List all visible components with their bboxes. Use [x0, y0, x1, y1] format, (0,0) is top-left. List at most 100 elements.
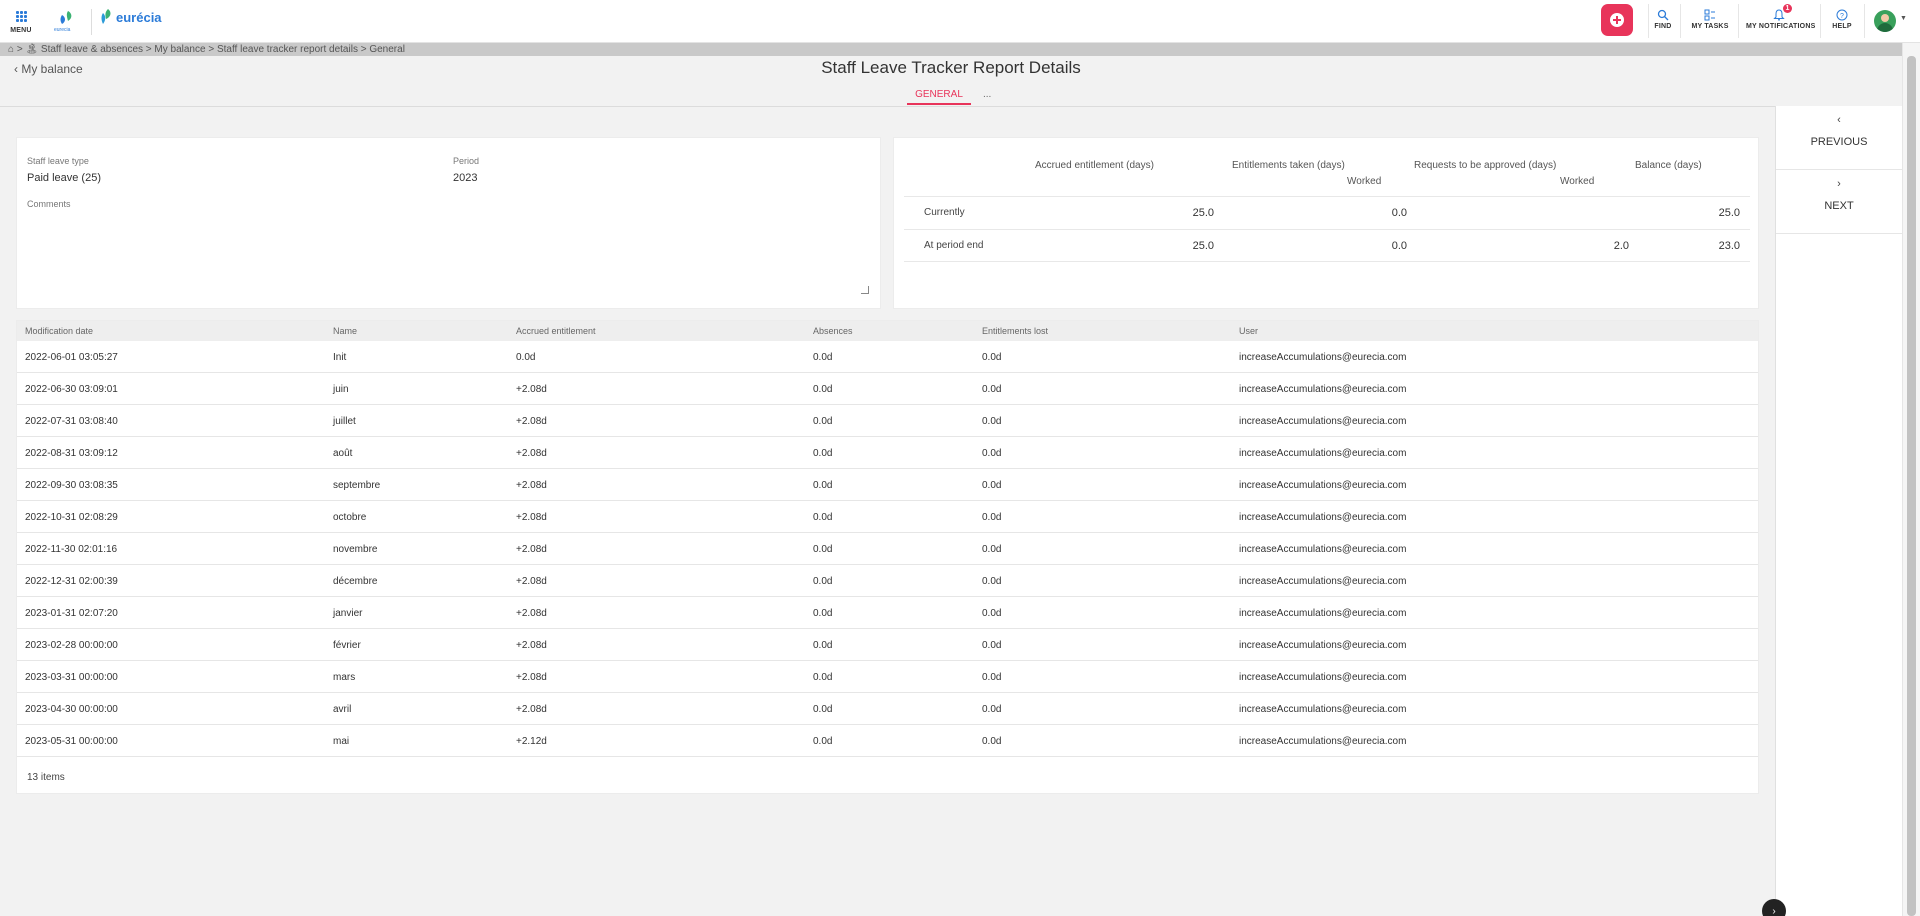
balance-header: Balance (days): [1635, 160, 1702, 171]
column-header[interactable]: Entitlements lost: [982, 326, 1048, 336]
quick-add-button[interactable]: [1601, 4, 1633, 36]
accrued-cell: +2.08d: [516, 480, 547, 491]
table-row[interactable]: 2022-09-30 03:08:35 septembre +2.08d 0.0d 0.…: [17, 469, 1758, 501]
column-header[interactable]: Absences: [813, 326, 853, 336]
accrued-value: 25.0: [1192, 207, 1214, 219]
taken-value: 0.0: [1391, 240, 1407, 252]
user-cell: increaseAccumulations@eurecia.com: [1239, 352, 1407, 363]
search-icon: [1650, 7, 1676, 23]
table-row[interactable]: 2022-11-30 02:01:16 novembre +2.08d 0.0d 0.0…: [17, 533, 1758, 565]
table-row[interactable]: 2023-05-31 00:00:00 mai +2.12d 0.0d 0.0d incr…: [17, 725, 1758, 757]
item-count: 13 items: [27, 772, 65, 783]
divider: [1738, 4, 1739, 38]
user-cell: increaseAccumulations@eurecia.com: [1239, 640, 1407, 651]
leave-details-card: Staff leave type Paid leave (25) Period …: [16, 137, 881, 309]
taken-subheader: Worked: [1347, 176, 1382, 187]
table-row[interactable]: 2022-08-31 03:09:12 août +2.08d 0.0d 0.0d inc…: [17, 437, 1758, 469]
absences-cell: 0.0d: [813, 512, 833, 523]
balance-row-currently: Currently 25.0 0.0 25.0: [904, 196, 1750, 229]
modification-date-cell: 2022-11-30 02:01:16: [25, 544, 118, 555]
find-button[interactable]: FIND: [1650, 7, 1676, 30]
scrollbar-thumb[interactable]: [1907, 56, 1916, 916]
my-notifications-button[interactable]: 1 MY NOTIFICATIONS: [1746, 4, 1816, 30]
resize-handle-icon[interactable]: [861, 286, 869, 294]
tab-general[interactable]: GENERAL: [907, 89, 971, 105]
taken-value: 0.0: [1391, 207, 1407, 219]
table-row[interactable]: 2022-06-30 03:09:01 juin +2.08d 0.0d 0.0d inc…: [17, 373, 1758, 405]
lost-cell: 0.0d: [982, 608, 1002, 619]
eurecia-logo[interactable]: eurécia: [99, 7, 162, 27]
comments-field[interactable]: [27, 214, 871, 296]
table-row[interactable]: 2022-06-01 03:05:27 Init 0.0d 0.0d 0.0d incre…: [17, 341, 1758, 373]
absences-cell: 0.0d: [813, 384, 833, 395]
menu-button[interactable]: MENU: [8, 8, 34, 34]
modification-date-cell: 2022-10-31 02:08:29: [25, 512, 118, 523]
my-notifications-label: MY NOTIFICATIONS: [1746, 23, 1816, 30]
table-row[interactable]: 2022-07-31 03:08:40 juillet +2.08d 0.0d 0.0d…: [17, 405, 1758, 437]
leaf-icon: [101, 9, 111, 24]
chevron-right-icon: ›: [1837, 178, 1841, 190]
user-cell: increaseAccumulations@eurecia.com: [1239, 672, 1407, 683]
user-cell: increaseAccumulations@eurecia.com: [1239, 384, 1407, 395]
help-label: HELP: [1832, 23, 1852, 30]
name-cell: avril: [333, 704, 352, 715]
table-row[interactable]: 2023-01-31 02:07:20 janvier +2.08d 0.0d 0.0d…: [17, 597, 1758, 629]
absences-cell: 0.0d: [813, 480, 833, 491]
accrued-value: 25.0: [1192, 240, 1214, 252]
next-button[interactable]: › NEXT: [1776, 170, 1902, 234]
table-row[interactable]: 2023-02-28 00:00:00 février +2.08d 0.0d 0.0d…: [17, 629, 1758, 661]
modification-date-cell: 2022-06-01 03:05:27: [25, 352, 118, 363]
table-row[interactable]: 2022-10-31 02:08:29 octobre +2.08d 0.0d 0.0d…: [17, 501, 1758, 533]
lost-cell: 0.0d: [982, 480, 1002, 491]
balance-card: Accrued entitlement (days) Entitlements …: [893, 137, 1759, 309]
chevron-left-icon: ‹: [1837, 114, 1841, 126]
table-header: Modification date Name Accrued entitlement…: [17, 321, 1758, 341]
tab-more[interactable]: ...: [983, 89, 991, 100]
user-cell: increaseAccumulations@eurecia.com: [1239, 704, 1407, 715]
modification-date-cell: 2022-08-31 03:09:12: [25, 448, 118, 459]
column-header[interactable]: Accrued entitlement: [516, 326, 596, 336]
notification-badge: 1: [1782, 4, 1792, 13]
table-row[interactable]: 2023-04-30 00:00:00 avril +2.08d 0.0d 0.0d in…: [17, 693, 1758, 725]
svg-text:?: ?: [1840, 13, 1844, 20]
breadcrumb[interactable]: ⌂ > 🏝 Staff leave & absences > My balanc…: [0, 43, 1920, 56]
tabs-divider: [0, 106, 1775, 107]
column-header[interactable]: User: [1239, 326, 1258, 336]
accrued-cell: +2.08d: [516, 384, 547, 395]
logo-small-text: eurecia: [54, 27, 71, 33]
eurecia-logo-small[interactable]: eurecia: [52, 9, 80, 35]
caret-down-icon[interactable]: ▼: [1900, 15, 1907, 22]
help-button[interactable]: ? HELP: [1828, 7, 1856, 30]
accrued-cell: +2.12d: [516, 736, 547, 747]
name-cell: août: [333, 448, 353, 459]
user-cell: increaseAccumulations@eurecia.com: [1239, 416, 1407, 427]
lost-cell: 0.0d: [982, 672, 1002, 683]
my-tasks-button[interactable]: MY TASKS: [1690, 7, 1730, 30]
table-row[interactable]: 2022-12-31 02:00:39 décembre +2.08d 0.0d 0.0…: [17, 565, 1758, 597]
modification-date-cell: 2022-09-30 03:08:35: [25, 480, 118, 491]
user-avatar[interactable]: [1874, 10, 1896, 32]
chevron-right-icon[interactable]: ›: [1762, 899, 1786, 916]
balance-value: 25.0: [1718, 207, 1740, 219]
lost-cell: 0.0d: [982, 448, 1002, 459]
column-header[interactable]: Modification date: [25, 326, 93, 336]
page-title: Staff Leave Tracker Report Details: [821, 58, 1081, 77]
previous-button[interactable]: ‹ PREVIOUS: [1776, 106, 1902, 170]
table-row[interactable]: 2023-03-31 00:00:00 mars +2.08d 0.0d 0.0d inc…: [17, 661, 1758, 693]
name-cell: novembre: [333, 544, 378, 555]
name-cell: décembre: [333, 576, 378, 587]
lost-cell: 0.0d: [982, 384, 1002, 395]
user-cell: increaseAccumulations@eurecia.com: [1239, 448, 1407, 459]
requests-subheader: Worked: [1560, 176, 1595, 187]
lost-cell: 0.0d: [982, 576, 1002, 587]
lost-cell: 0.0d: [982, 416, 1002, 427]
requests-value: 2.0: [1613, 240, 1629, 252]
column-header[interactable]: Name: [333, 326, 357, 336]
page-scrollbar[interactable]: [1902, 43, 1920, 916]
modification-date-cell: 2023-04-30 00:00:00: [25, 704, 118, 715]
accrued-cell: 0.0d: [516, 352, 536, 363]
absences-cell: 0.0d: [813, 704, 833, 715]
accrued-header: Accrued entitlement (days): [1035, 160, 1154, 171]
modification-date-cell: 2023-01-31 02:07:20: [25, 608, 118, 619]
accrued-cell: +2.08d: [516, 640, 547, 651]
